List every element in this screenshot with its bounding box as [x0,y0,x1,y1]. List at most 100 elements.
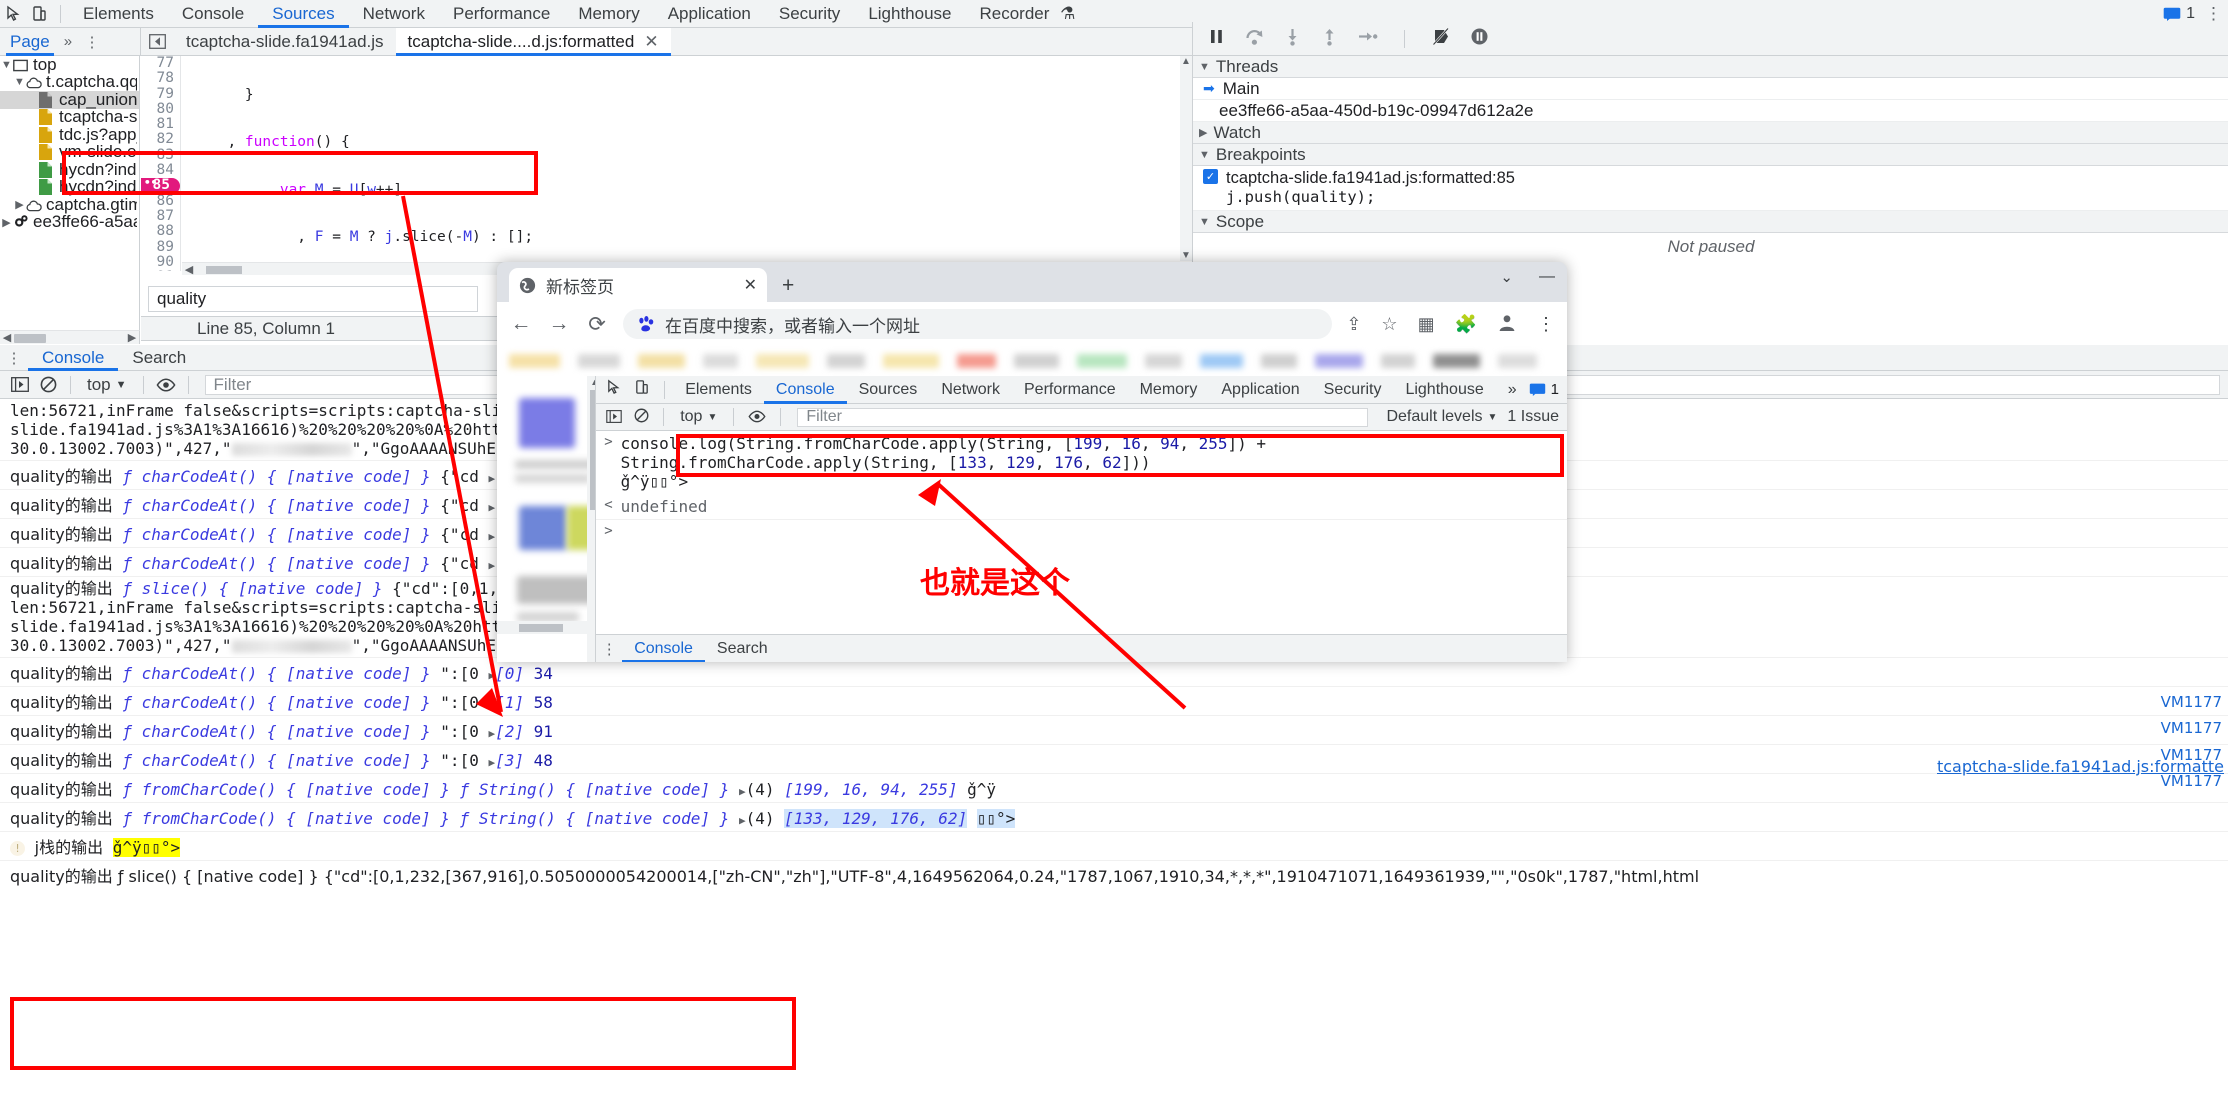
page-viewport[interactable] [497,376,587,662]
inner-tab-console[interactable]: Console [764,376,847,404]
console-row-tail-cut[interactable]: quality的输出 ƒ slice() { [native code] } {… [0,861,2228,889]
bookmark-item[interactable] [1261,354,1297,368]
breakpoint-list-item[interactable]: ✓ tcaptcha-slide.fa1941ad.js:formatted:8… [1193,166,2228,211]
section-threads[interactable]: ▼ Threads [1193,56,2228,78]
line-number[interactable]: 90 [141,255,180,270]
console-row[interactable]: quality的输出 ƒ charCodeAt() { [native code… [0,716,2228,745]
tree-item-tcaptcha-slide[interactable]: tcaptcha-slide [0,109,139,127]
deactivate-breakpoints-icon[interactable] [1431,27,1452,51]
twisty-down-icon[interactable]: ▼ [13,76,26,88]
scroll-right-icon[interactable]: ▶ [125,331,139,344]
code-content[interactable]: } , function() { var M = U[w++] , F = M … [182,56,1192,271]
tree-item-hycdn-2[interactable]: hycdn?index= [0,179,139,197]
execution-context-icon[interactable] [600,407,628,428]
scroll-down-icon[interactable]: ▼ [1181,250,1191,261]
twisty-down-icon[interactable]: ▼ [1199,149,1210,161]
tree-item-vm-slide[interactable]: vm-slide.e201 [0,144,139,162]
line-number[interactable]: 83 [141,148,180,163]
step-into-icon[interactable] [1283,27,1302,51]
scroll-left-icon[interactable]: ◀ [182,263,196,276]
inner-console-input-row[interactable]: > console.log(String.fromCharCode.apply(… [596,431,1567,494]
code-line[interactable]: , function() { [182,135,1192,150]
back-icon[interactable]: ← [509,312,533,336]
line-number[interactable]: 80 [141,102,180,117]
editor-tabs-nav-icon[interactable] [141,28,174,56]
menu-icon[interactable]: ⋮ [1537,314,1555,335]
issues-counter[interactable]: 1 Issue [1507,408,1567,426]
devtools-settings-icon[interactable]: ⋮ [2205,4,2222,24]
share-icon[interactable]: ⇪ [1346,314,1361,335]
tree-item-tdc-js[interactable]: tdc.js?app_dat [0,126,139,144]
pause-on-exceptions-icon[interactable] [1470,27,1489,51]
drawer-tab-console[interactable]: Console [28,345,118,371]
scrollbar-thumb[interactable] [519,624,563,632]
line-number[interactable]: 78 [141,71,180,86]
line-number[interactable]: 81 [141,117,180,132]
bookmark-item[interactable] [1014,354,1059,368]
sources-navigator-tree[interactable]: ▼ top ▼ t.captcha.qq.com cap_union_new t… [0,56,140,330]
inner-drawer-tab-console[interactable]: Console [622,635,705,663]
bookmark-item[interactable] [509,354,560,368]
new-tab-button[interactable]: + [782,274,794,298]
inner-tabs-overflow-icon[interactable]: » [1496,376,1529,404]
scrollbar-thumb[interactable] [206,266,242,274]
inner-drawer-more-icon[interactable]: ⋮ [596,640,622,658]
reload-icon[interactable]: ⟳ [585,312,609,337]
console-row[interactable]: quality的输出 ƒ charCodeAt() { [native code… [0,745,2228,774]
line-number[interactable]: 86 [141,194,180,209]
inner-tab-security[interactable]: Security [1312,376,1394,404]
tab-memory[interactable]: Memory [564,0,653,28]
inner-console-context-selector[interactable]: top ▼ [672,408,725,426]
bookmark-item[interactable] [883,354,940,368]
live-expression-icon[interactable] [742,407,772,428]
live-expression-icon[interactable] [152,373,180,397]
tab-elements[interactable]: Elements [69,0,168,28]
scroll-left-icon[interactable]: ◀ [0,331,14,344]
bookmark-item[interactable] [1077,354,1127,368]
forward-icon[interactable]: → [547,312,571,336]
section-scope[interactable]: ▼ Scope [1193,211,2228,233]
bookmark-item[interactable] [578,354,619,368]
line-number[interactable]: 87 [141,209,180,224]
step-over-icon[interactable] [1244,27,1265,51]
inner-console-filter-input[interactable]: Filter [797,408,1368,427]
thread-item-worker[interactable]: ee3ffe66-a5aa-450d-b19c-09947d612a2e [1193,100,2228,122]
code-line[interactable]: , F = M ? j.slice(-M) : []; [182,230,1192,245]
bookmark-item[interactable] [1200,354,1243,368]
console-row-jstack[interactable]: ! j栈的输出 ǧ^ÿ▯▯°> [0,832,2228,861]
line-number[interactable]: 79 [141,87,180,102]
tab-sources[interactable]: Sources [258,0,348,28]
execution-context-icon[interactable] [6,373,34,397]
tree-item-tcaptcha-host[interactable]: ▼ t.captcha.qq.com [0,74,139,92]
line-number[interactable]: 88 [141,224,180,239]
expand-triangle-icon[interactable]: ▶ [739,785,746,798]
bookmark-item[interactable] [1145,354,1183,368]
tab-performance[interactable]: Performance [439,0,564,28]
expand-triangle-icon[interactable]: ▶ [739,814,746,827]
navigator-tab-page[interactable]: Page [6,28,54,56]
twisty-down-icon[interactable]: ▼ [1199,216,1210,228]
inner-drawer-tab-search[interactable]: Search [705,635,780,663]
inspect-element-icon[interactable] [0,2,26,26]
navigator-horizontal-scrollbar[interactable]: ◀ ▶ [0,330,140,344]
console-row[interactable]: quality的输出 ƒ charCodeAt() { [native code… [0,687,2228,716]
inner-tab-memory[interactable]: Memory [1128,376,1210,404]
step-icon[interactable] [1357,27,1378,51]
console-row[interactable]: quality的输出 ƒ charCodeAt() { [native code… [0,658,2228,687]
navigator-more-icon[interactable]: ⋮ [82,33,102,51]
bookmark-item[interactable] [827,354,865,368]
console-context-selector[interactable]: top ▼ [79,375,135,395]
file-tab-tcaptcha-slide-formatted[interactable]: tcaptcha-slide....d.js:formatted ✕ [396,28,671,56]
bookmark-item[interactable] [638,354,686,368]
twisty-right-icon[interactable]: ▶ [0,216,13,229]
close-icon[interactable]: ✕ [744,275,757,295]
inner-console-prompt-row[interactable]: > [596,520,1567,542]
bookmark-item[interactable] [1315,354,1363,368]
inner-tab-network[interactable]: Network [929,376,1012,404]
bookmark-item[interactable] [1381,354,1415,368]
editor-vertical-scrollbar[interactable]: ▲ ▼ [1180,56,1192,261]
bookmark-item[interactable] [1433,354,1479,368]
tab-application[interactable]: Application [654,0,765,28]
inner-tab-application[interactable]: Application [1209,376,1311,404]
clear-console-icon[interactable] [628,407,655,428]
